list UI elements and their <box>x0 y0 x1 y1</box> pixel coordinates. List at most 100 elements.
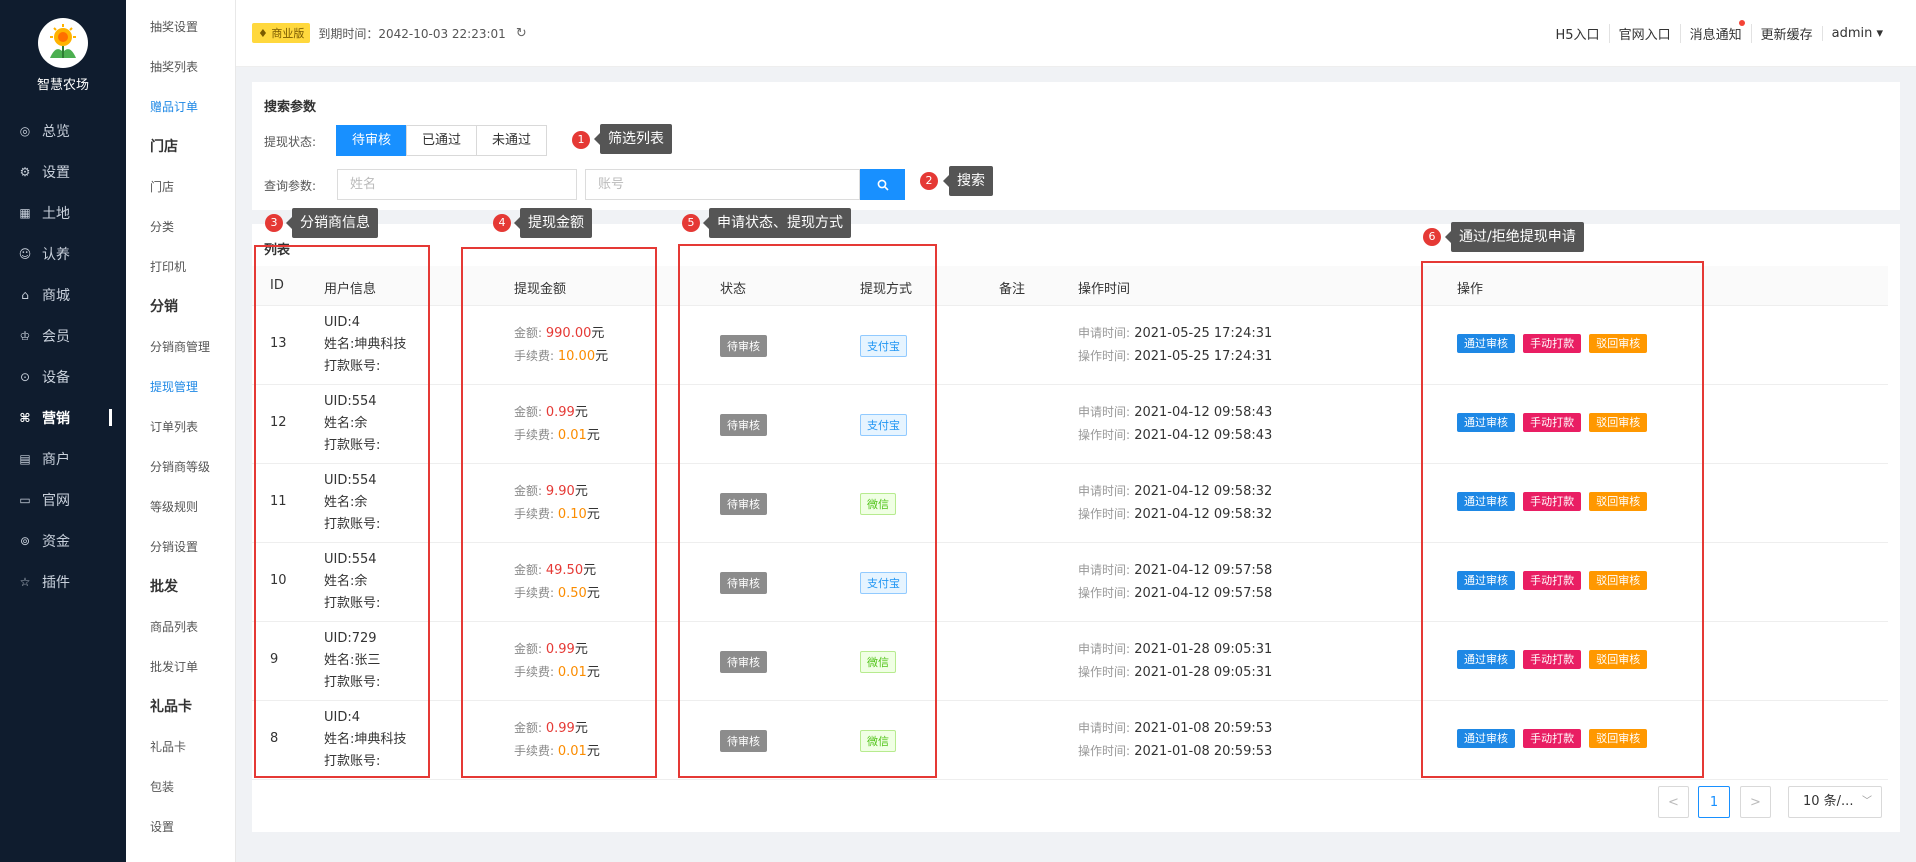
submenu-item[interactable]: 分销商等级 <box>126 446 235 486</box>
dashboard-icon: ◎ <box>19 123 31 138</box>
adopt-icon: ☺ <box>18 246 32 261</box>
submenu-item[interactable]: 门店 <box>126 166 235 206</box>
app-name: 智慧农场 <box>36 77 89 93</box>
apply-time: 2021-04-12 09:58:32 <box>1134 484 1273 499</box>
annotation-callout-6: 通过/拒绝提现申请 <box>1445 222 1584 252</box>
nav-item-8[interactable]: ▤ 商户 <box>0 438 126 479</box>
time-info: 申请时间: 2021-04-12 09:57:58 操作时间: 2021-04-… <box>1078 559 1272 605</box>
status-label: 提现状态: <box>264 135 317 149</box>
settings-icon: ⚙ <box>19 164 31 179</box>
website-entry-link[interactable]: 官网入口 <box>1608 24 1680 43</box>
name-input[interactable]: 姓名 <box>337 169 577 200</box>
submenu-item[interactable]: 赠品订单 <box>126 86 235 126</box>
op-time-label: 操作时间: <box>1078 665 1131 679</box>
annotation-badge-3: 3 <box>265 214 283 232</box>
submenu-item[interactable]: 批发订单 <box>126 646 235 686</box>
user-menu[interactable]: admin ▾ <box>1821 26 1892 41</box>
submenu-group: 礼品卡 <box>150 699 192 715</box>
annotation-badge-5: 5 <box>682 214 700 232</box>
submenu-item[interactable]: 礼品卡 <box>126 726 235 766</box>
status-approved-tab[interactable]: 已通过 <box>406 125 478 156</box>
nav-item-5[interactable]: ♔ 会员 <box>0 315 126 356</box>
app-logo[interactable]: 智慧农场 <box>0 0 126 110</box>
time-info: 申请时间: 2021-04-12 09:58:43 操作时间: 2021-04-… <box>1078 401 1272 447</box>
nav-item-label: 设置 <box>42 164 70 181</box>
submenu-item[interactable]: 分销设置 <box>126 526 235 566</box>
nav-item-1[interactable]: ⚙ 设置 <box>0 151 126 192</box>
nav-item-10[interactable]: ⊚ 资金 <box>0 520 126 561</box>
submenu-item[interactable]: 设置 <box>126 806 235 846</box>
next-page-button[interactable]: > <box>1740 786 1771 818</box>
submenu-item[interactable]: 分类 <box>126 206 235 246</box>
top-links: H5入口 官网入口 消息通知 更新缓存 admin ▾ <box>1547 0 1892 67</box>
submenu-item[interactable]: 订单列表 <box>126 406 235 446</box>
submenu-item[interactable]: 提现管理 <box>126 366 235 406</box>
nav-item-0[interactable]: ◎ 总览 <box>0 110 126 151</box>
apply-time-label: 申请时间: <box>1078 326 1131 340</box>
status-filter: 待审核 已通过 未通过 <box>336 125 548 156</box>
sunflower-logo-icon <box>38 17 88 68</box>
refresh-cache-link[interactable]: 更新缓存 <box>1750 24 1822 43</box>
op-time-label: 操作时间: <box>1078 349 1131 363</box>
shop-icon: ⌂ <box>21 287 29 302</box>
merchant-icon: ▤ <box>19 451 31 466</box>
nav-item-7[interactable]: ⌘ 营销 <box>0 397 126 438</box>
submenu-item[interactable]: 抽奖列表 <box>126 46 235 86</box>
funds-icon: ⊚ <box>19 533 31 548</box>
annotation-callout-1: 筛选列表 <box>594 124 672 154</box>
refresh-icon[interactable]: ↻ <box>516 26 527 41</box>
member-icon: ♔ <box>19 328 31 343</box>
status-pending-tab[interactable]: 待审核 <box>336 125 408 156</box>
apply-time-label: 申请时间: <box>1078 642 1131 656</box>
submenu-group: 批发 <box>150 579 178 595</box>
nav-item-4[interactable]: ⌂ 商城 <box>0 274 126 315</box>
page-1-button[interactable]: 1 <box>1698 786 1730 818</box>
nav-item-label: 总览 <box>42 123 70 140</box>
search-title: 搜索参数 <box>264 100 317 115</box>
nav-item-6[interactable]: ⊙ 设备 <box>0 356 126 397</box>
h5-entry-link[interactable]: H5入口 <box>1547 24 1609 43</box>
nav-item-11[interactable]: ☆ 插件 <box>0 561 126 602</box>
search-icon <box>877 179 889 191</box>
chevron-down-icon: ﹀ <box>1862 796 1872 807</box>
nav-item-2[interactable]: ▦ 土地 <box>0 192 126 233</box>
main-nav: ◎ 总览 ⚙ 设置 ▦ 土地 ☺ 认养 ⌂ 商城 ♔ 会员 ⊙ 设备 ⌘ 营销 ▤ 商户 ▭ 官网 ⊚ 资金 ☆ 插件 <box>0 110 126 602</box>
submenu-item[interactable]: 分销商管理 <box>126 326 235 366</box>
annotation-badge-2: 2 <box>920 172 938 190</box>
apply-time: 2021-04-12 09:57:58 <box>1134 563 1273 578</box>
page-size-select[interactable]: 10 条/... ﹀ <box>1788 786 1882 818</box>
apply-time: 2021-01-08 20:59:53 <box>1134 721 1273 736</box>
submenu-group: 门店 <box>150 139 178 155</box>
annotation-box-actions <box>1421 261 1704 778</box>
submenu-item[interactable]: 等级规则 <box>126 486 235 526</box>
search-button[interactable] <box>860 169 905 200</box>
message-notice-link[interactable]: 消息通知 <box>1679 20 1751 43</box>
submenu-item[interactable]: 商品列表 <box>126 606 235 646</box>
edition-badge: ♦ 商业版 <box>252 23 311 43</box>
annotation-callout-3: 分销商信息 <box>286 208 378 238</box>
th-remark: 备注 <box>999 282 1026 297</box>
submenu-item[interactable]: 包装 <box>126 766 235 806</box>
nav-item-9[interactable]: ▭ 官网 <box>0 479 126 520</box>
status-rejected-tab[interactable]: 未通过 <box>476 125 548 156</box>
account-input[interactable]: 账号 <box>585 169 860 200</box>
nav-item-label: 认养 <box>42 246 70 263</box>
time-info: 申请时间: 2021-04-12 09:58:32 操作时间: 2021-04-… <box>1078 480 1272 526</box>
op-time-label: 操作时间: <box>1078 428 1131 442</box>
nav-item-3[interactable]: ☺ 认养 <box>0 233 126 274</box>
plugin-icon: ☆ <box>19 574 31 589</box>
apply-time: 2021-05-25 17:24:31 <box>1134 326 1273 341</box>
annotation-callout-5: 申请状态、提现方式 <box>703 208 851 238</box>
submenu-item[interactable]: 抽奖设置 <box>126 6 235 46</box>
grid-icon: ▦ <box>19 205 31 220</box>
apply-time-label: 申请时间: <box>1078 563 1131 577</box>
submenu-item[interactable]: 打印机 <box>126 246 235 286</box>
annotation-badge-1: 1 <box>572 131 590 149</box>
notification-dot-icon <box>1738 20 1745 26</box>
prev-page-button[interactable]: < <box>1658 786 1689 818</box>
nav-item-label: 营销 <box>42 410 70 427</box>
nav-item-label: 商城 <box>42 287 70 304</box>
nav-item-label: 官网 <box>42 492 70 509</box>
op-time: 2021-01-28 09:05:31 <box>1134 665 1273 680</box>
time-info: 申请时间: 2021-01-08 20:59:53 操作时间: 2021-01-… <box>1078 717 1272 763</box>
